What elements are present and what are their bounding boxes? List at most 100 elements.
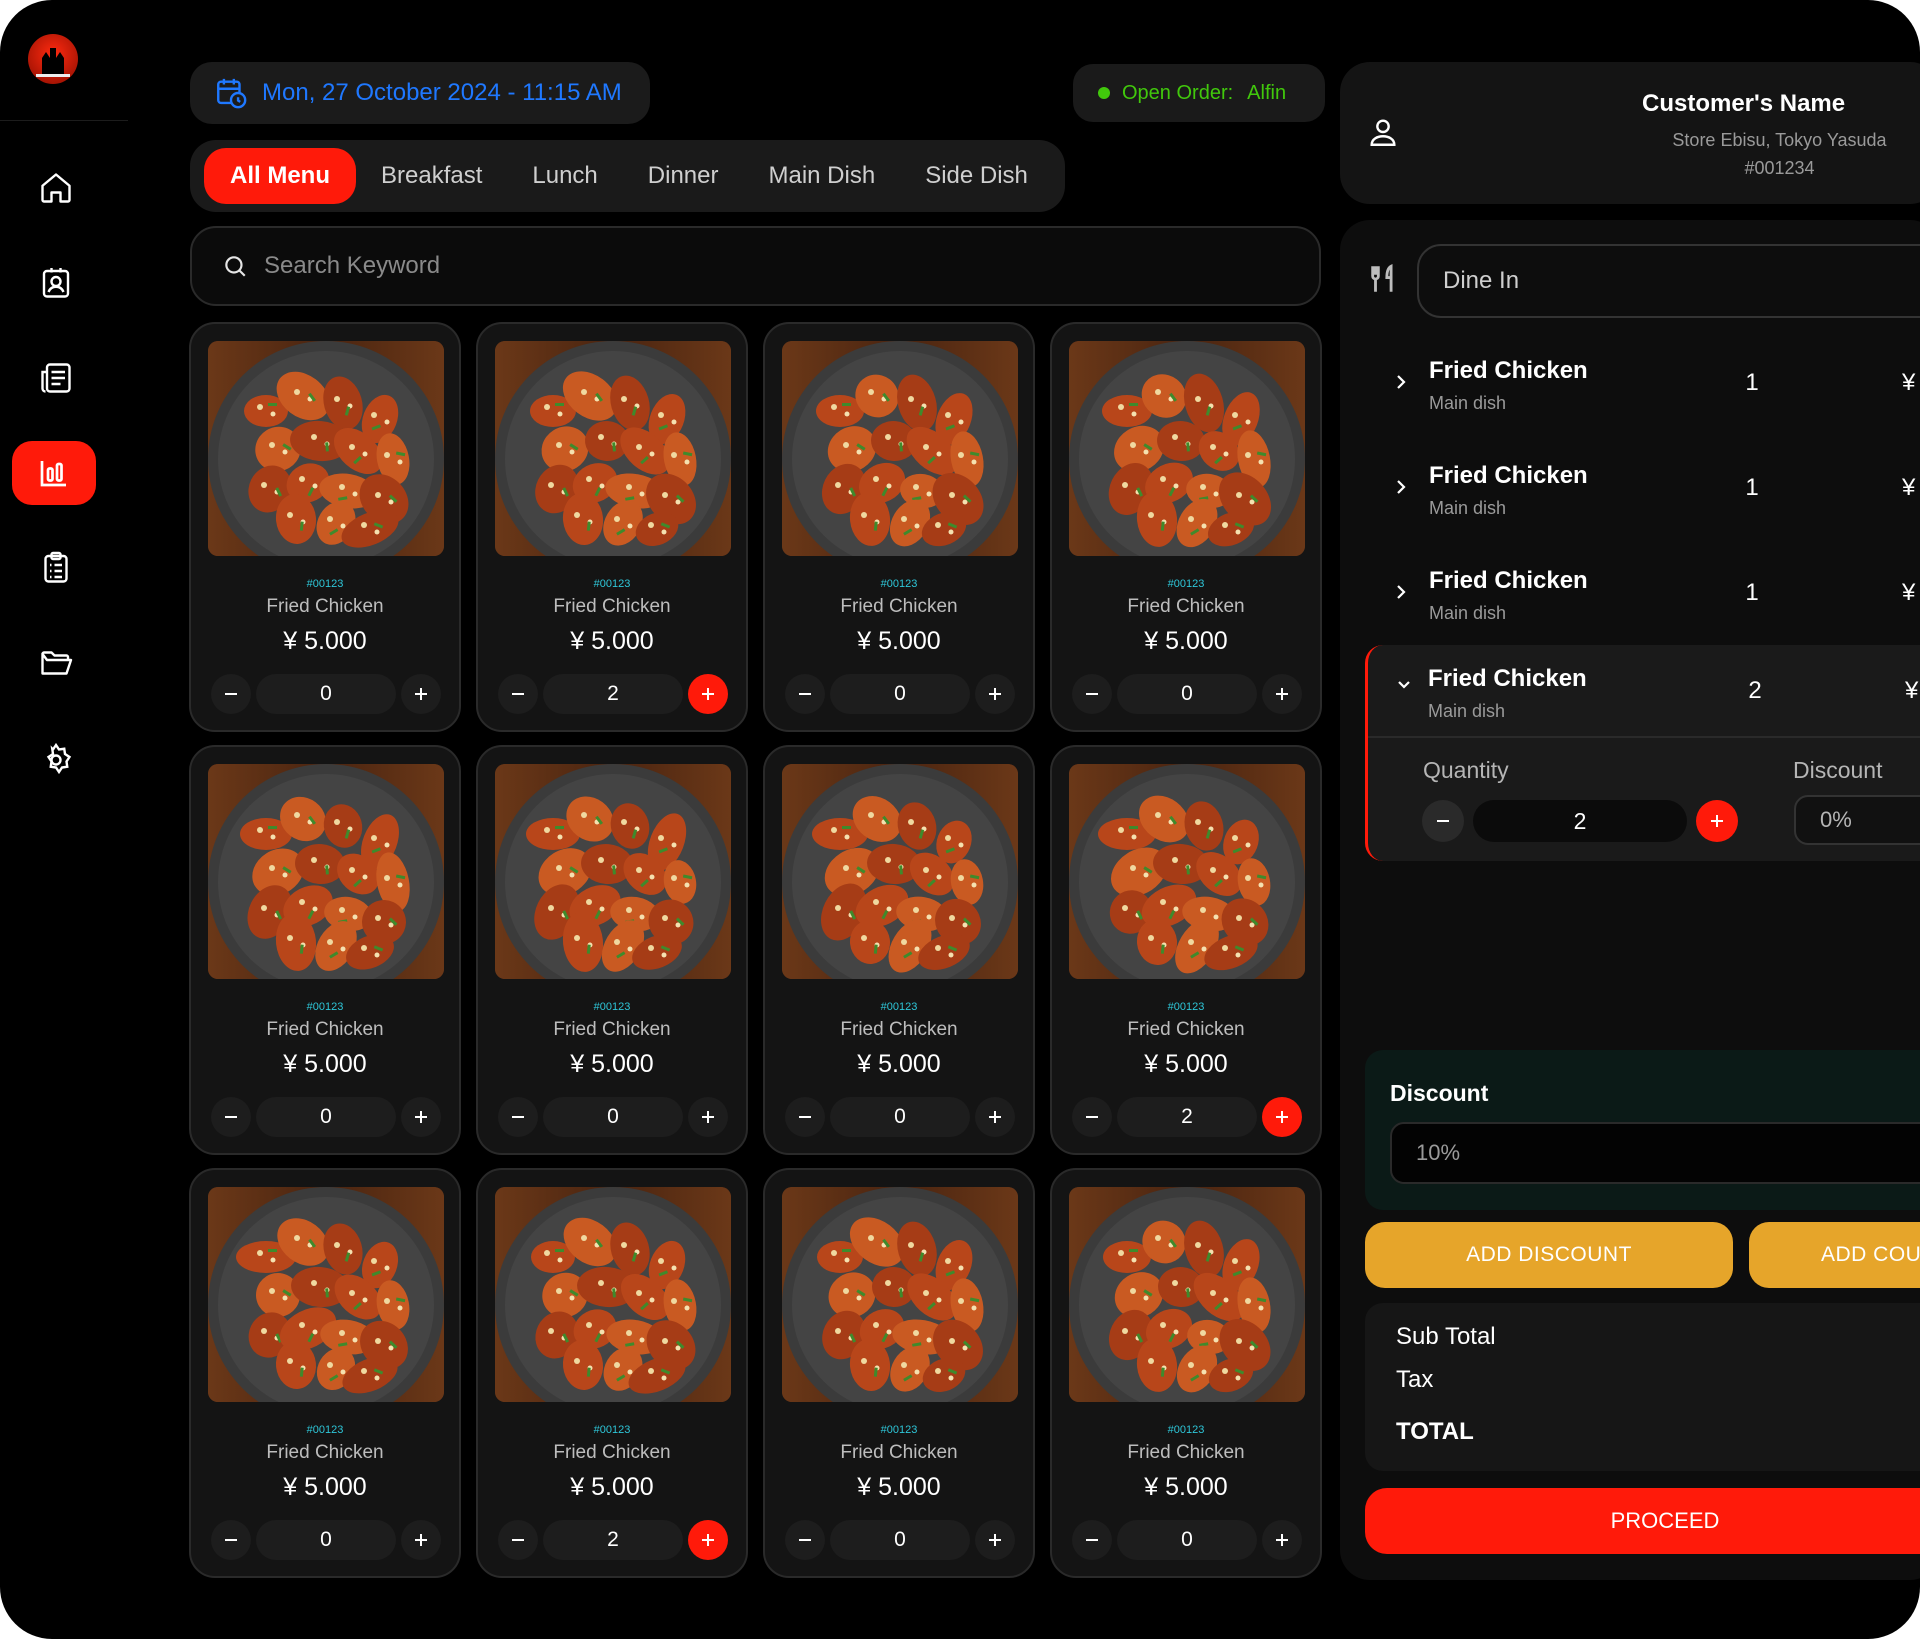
- order-item[interactable]: Fried Chicken Main dish 1 ¥: [1367, 343, 1920, 435]
- quantity-value[interactable]: 0: [1117, 1520, 1257, 1560]
- increment-button[interactable]: [1696, 800, 1738, 842]
- menu-card[interactable]: #00123 Fried Chicken ¥ 5.000 0: [763, 745, 1035, 1155]
- totals-panel: Sub Total Tax TOTAL: [1365, 1303, 1920, 1471]
- decrement-button[interactable]: [1422, 800, 1464, 842]
- decrement-button[interactable]: [498, 1520, 538, 1560]
- menu-card[interactable]: #00123 Fried Chicken ¥ 5.000 0: [1050, 322, 1322, 732]
- food-image: [208, 764, 444, 979]
- increment-button[interactable]: [401, 674, 441, 714]
- tab-all-menu[interactable]: All Menu: [204, 148, 356, 204]
- minus-icon: [799, 1539, 811, 1541]
- plus-icon: [1276, 688, 1288, 700]
- quantity-value[interactable]: 0: [830, 1520, 970, 1560]
- home-icon[interactable]: [28, 160, 84, 216]
- gear-icon[interactable]: [28, 732, 84, 788]
- menu-card[interactable]: #00123 Fried Chicken ¥ 5.000 0: [763, 322, 1035, 732]
- order-item-qty: 1: [1745, 369, 1759, 396]
- discount-input[interactable]: 10%: [1390, 1122, 1920, 1184]
- decrement-button[interactable]: [1072, 1097, 1112, 1137]
- increment-button[interactable]: [401, 1520, 441, 1560]
- quantity-value[interactable]: 2: [543, 674, 683, 714]
- folder-icon[interactable]: [28, 635, 84, 691]
- decrement-button[interactable]: [1072, 1520, 1112, 1560]
- date-display[interactable]: Mon, 27 October 2024 - 11:15 AM: [190, 62, 650, 124]
- order-item[interactable]: Fried Chicken Main dish 1 ¥: [1367, 448, 1920, 540]
- decrement-button[interactable]: [498, 674, 538, 714]
- increment-button[interactable]: [975, 1097, 1015, 1137]
- decrement-button[interactable]: [498, 1097, 538, 1137]
- quantity-stepper: 2: [498, 1520, 728, 1560]
- tab-lunch[interactable]: Lunch: [507, 148, 622, 204]
- order-item-name: Fried Chicken: [1429, 357, 1588, 384]
- menu-card[interactable]: #00123 Fried Chicken ¥ 5.000 0: [189, 745, 461, 1155]
- increment-button[interactable]: [688, 1520, 728, 1560]
- increment-button[interactable]: [1262, 1520, 1302, 1560]
- tab-dinner[interactable]: Dinner: [623, 148, 744, 204]
- reports-icon[interactable]: [12, 441, 96, 505]
- add-discount-button[interactable]: ADD DISCOUNT: [1365, 1222, 1733, 1288]
- menu-item-code: #00123: [1167, 1001, 1205, 1013]
- menu-card[interactable]: #00123 Fried Chicken ¥ 5.000 0: [1050, 1168, 1322, 1578]
- decrement-button[interactable]: [785, 1097, 825, 1137]
- quantity-value[interactable]: 0: [256, 674, 396, 714]
- tab-breakfast[interactable]: Breakfast: [356, 148, 507, 204]
- brand-logo: [28, 34, 78, 84]
- customer-card[interactable]: Customer's Name Store Ebisu, Tokyo Yasud…: [1340, 62, 1920, 204]
- order-item[interactable]: Fried Chicken Main dish 1 ¥: [1367, 553, 1920, 645]
- order-type-select[interactable]: Dine In: [1417, 244, 1920, 318]
- quantity-value[interactable]: 2: [543, 1520, 683, 1560]
- quantity-value[interactable]: 2: [1473, 800, 1687, 842]
- pos-app: Mon, 27 October 2024 - 11:15 AM Open Ord…: [0, 0, 1920, 1639]
- proceed-button[interactable]: PROCEED: [1365, 1488, 1920, 1554]
- quantity-value[interactable]: 0: [256, 1520, 396, 1560]
- quantity-stepper: 0: [1072, 1520, 1302, 1560]
- chevron-right-icon[interactable]: [1393, 367, 1409, 397]
- menu-card[interactable]: #00123 Fried Chicken ¥ 5.000 2: [476, 322, 748, 732]
- contacts-icon[interactable]: [28, 255, 84, 311]
- quantity-value[interactable]: 0: [830, 1097, 970, 1137]
- decrement-button[interactable]: [211, 674, 251, 714]
- decrement-button[interactable]: [1072, 674, 1112, 714]
- decrement-button[interactable]: [785, 1520, 825, 1560]
- increment-button[interactable]: [688, 674, 728, 714]
- fried-chicken-image: [495, 1187, 731, 1402]
- item-discount-input[interactable]: 0%: [1794, 795, 1920, 845]
- news-icon[interactable]: [28, 350, 84, 406]
- chevron-down-icon[interactable]: [1392, 673, 1416, 697]
- menu-card[interactable]: #00123 Fried Chicken ¥ 5.000 2: [476, 1168, 748, 1578]
- chevron-right-icon[interactable]: [1393, 577, 1409, 607]
- increment-button[interactable]: [975, 1520, 1015, 1560]
- menu-card[interactable]: #00123 Fried Chicken ¥ 5.000 0: [476, 745, 748, 1155]
- menu-item-price: ¥ 5.000: [283, 627, 367, 655]
- quantity-value[interactable]: 0: [256, 1097, 396, 1137]
- fried-chicken-image: [1069, 341, 1305, 556]
- search-bar: [190, 226, 1321, 306]
- menu-card[interactable]: #00123 Fried Chicken ¥ 5.000 0: [189, 1168, 461, 1578]
- menu-card[interactable]: #00123 Fried Chicken ¥ 5.000 2: [1050, 745, 1322, 1155]
- increment-button[interactable]: [975, 674, 1015, 714]
- item-discount-value: 0%: [1820, 807, 1852, 832]
- clipboard-icon[interactable]: [28, 540, 84, 596]
- tab-side-dish[interactable]: Side Dish: [900, 148, 1053, 204]
- chevron-right-icon[interactable]: [1393, 472, 1409, 502]
- search-input[interactable]: [262, 251, 1166, 281]
- quantity-value[interactable]: 0: [543, 1097, 683, 1137]
- menu-item-name: Fried Chicken: [553, 1442, 671, 1463]
- increment-button[interactable]: [1262, 674, 1302, 714]
- tab-main-dish[interactable]: Main Dish: [743, 148, 900, 204]
- open-order-badge[interactable]: Open Order: Alfin: [1073, 64, 1325, 122]
- menu-card[interactable]: #00123 Fried Chicken ¥ 5.000 0: [763, 1168, 1035, 1578]
- menu-card[interactable]: #00123 Fried Chicken ¥ 5.000 0: [189, 322, 461, 732]
- increment-button[interactable]: [401, 1097, 441, 1137]
- menu-item-price: ¥ 5.000: [857, 627, 941, 655]
- food-image: [782, 764, 1018, 979]
- add-coupon-button[interactable]: ADD COU: [1749, 1222, 1920, 1288]
- increment-button[interactable]: [1262, 1097, 1302, 1137]
- decrement-button[interactable]: [211, 1097, 251, 1137]
- quantity-value[interactable]: 0: [830, 674, 970, 714]
- decrement-button[interactable]: [785, 674, 825, 714]
- quantity-value[interactable]: 0: [1117, 674, 1257, 714]
- quantity-value[interactable]: 2: [1117, 1097, 1257, 1137]
- increment-button[interactable]: [688, 1097, 728, 1137]
- decrement-button[interactable]: [211, 1520, 251, 1560]
